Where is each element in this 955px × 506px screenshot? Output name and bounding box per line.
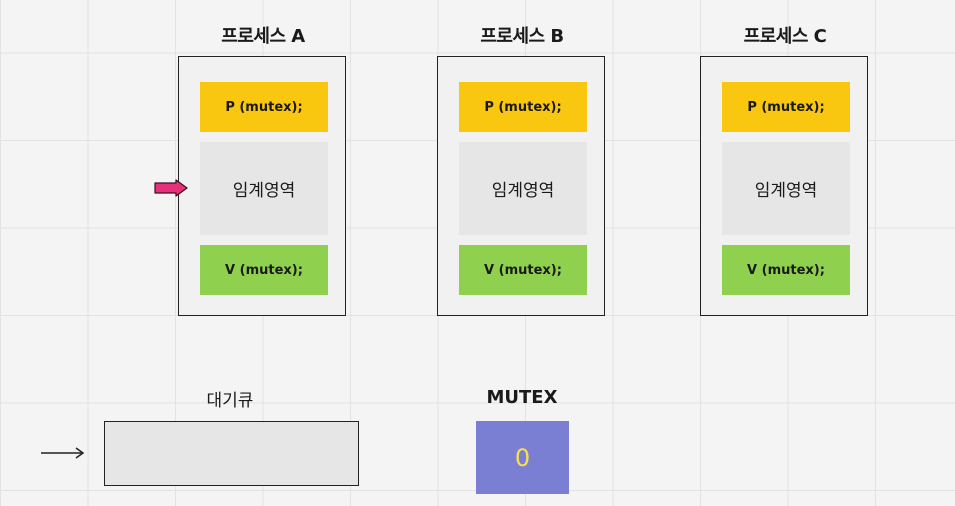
process-b-title: 프로세스 B: [480, 26, 564, 47]
process-b-box: P (mutex); 임계영역 V (mutex);: [437, 56, 605, 316]
mutex-value-box: 0: [476, 421, 569, 494]
mutex-value: 0: [514, 443, 531, 472]
process-c-p-block: P (mutex);: [722, 82, 850, 132]
process-c-box: P (mutex); 임계영역 V (mutex);: [700, 56, 868, 316]
wait-queue-label: 대기큐: [206, 391, 254, 411]
process-c-title: 프로세스 C: [743, 26, 827, 47]
process-a-critical-section: 임계영역: [200, 142, 328, 235]
current-position-arrow-icon: [154, 179, 188, 197]
process-a-box: P (mutex); 임계영역 V (mutex);: [178, 56, 346, 316]
process-b-p-block: P (mutex);: [459, 82, 587, 132]
queue-entry-arrow-icon: [41, 447, 85, 459]
wait-queue-box: [104, 421, 359, 486]
process-a-v-block: V (mutex);: [200, 245, 328, 295]
process-b-critical-section: 임계영역: [459, 142, 587, 235]
mutex-label: MUTEX: [486, 387, 558, 408]
process-b-v-block: V (mutex);: [459, 245, 587, 295]
process-c-v-block: V (mutex);: [722, 245, 850, 295]
process-c-critical-section: 임계영역: [722, 142, 850, 235]
process-a-p-block: P (mutex);: [200, 82, 328, 132]
process-a-title: 프로세스 A: [221, 26, 305, 47]
